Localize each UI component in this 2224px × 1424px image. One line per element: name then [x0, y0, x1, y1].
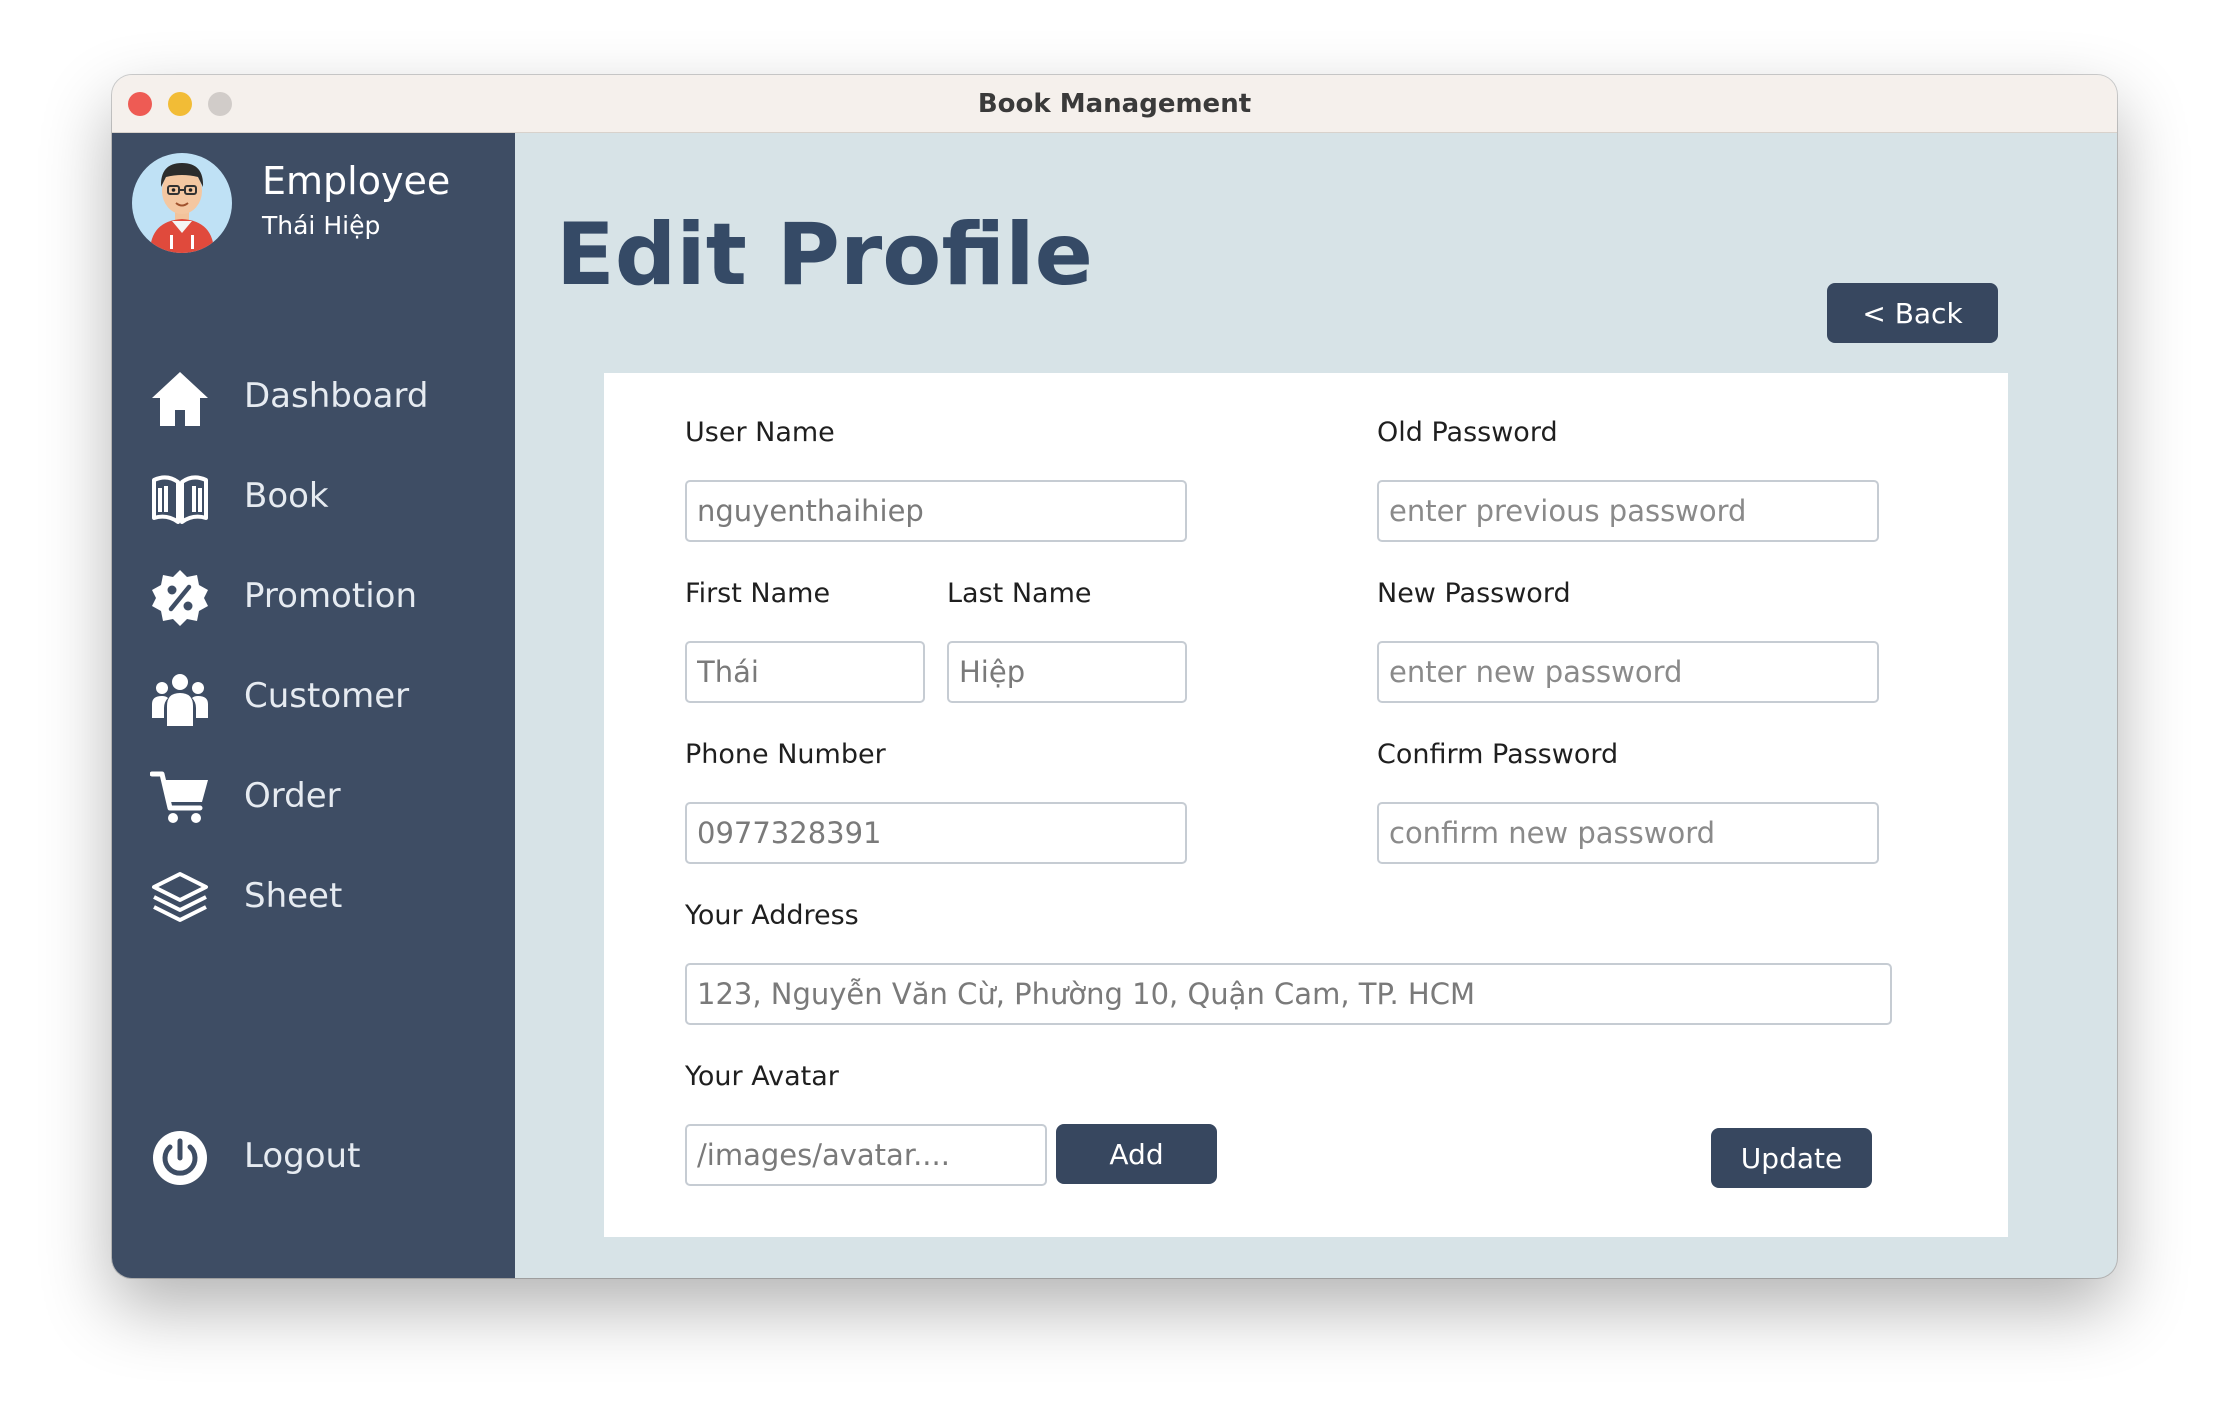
avatar-path-field[interactable] — [685, 1124, 1047, 1186]
user-role: Employee — [262, 159, 451, 203]
sidebar-item-sheet[interactable]: Sheet — [150, 863, 490, 933]
sidebar-item-order[interactable]: Order — [149, 763, 490, 833]
user-name: Thái Hiệp — [262, 211, 381, 240]
address-field[interactable] — [685, 963, 1892, 1025]
address-label: Your Address — [685, 900, 859, 931]
book-icon — [150, 468, 210, 528]
sidebar-item-label: Book — [244, 476, 329, 516]
discount-badge-icon — [150, 568, 210, 628]
power-icon — [150, 1128, 210, 1188]
first-name-label: First Name — [685, 578, 831, 609]
home-icon — [150, 368, 210, 428]
title-bar: Book Management — [112, 75, 2117, 133]
avatar-label: Your Avatar — [685, 1061, 839, 1092]
phone-field[interactable] — [685, 802, 1187, 864]
page-title: Edit Profile — [556, 205, 1093, 305]
confirm-password-label: Confirm Password — [1377, 739, 1619, 770]
sidebar-item-customer[interactable]: Customer — [150, 663, 490, 733]
add-avatar-button[interactable]: Add — [1056, 1124, 1217, 1184]
sidebar-item-label: Customer — [244, 676, 410, 716]
layers-icon — [150, 868, 210, 928]
username-field[interactable] — [685, 480, 1187, 542]
first-name-field[interactable] — [685, 641, 925, 703]
logout-label: Logout — [244, 1136, 361, 1176]
back-button[interactable]: < Back — [1827, 283, 1998, 343]
people-icon — [150, 668, 210, 728]
sidebar-item-label: Order — [244, 776, 341, 816]
last-name-label: Last Name — [947, 578, 1092, 609]
old-password-label: Old Password — [1377, 417, 1558, 448]
username-label: User Name — [685, 417, 835, 448]
new-password-label: New Password — [1377, 578, 1571, 609]
old-password-field[interactable] — [1377, 480, 1879, 542]
window-title: Book Management — [977, 89, 1252, 119]
confirm-password-field[interactable] — [1377, 802, 1879, 864]
update-button[interactable]: Update — [1711, 1128, 1872, 1188]
sidebar-item-label: Promotion — [244, 576, 417, 616]
new-password-field[interactable] — [1377, 641, 1879, 703]
last-name-field[interactable] — [947, 641, 1187, 703]
avatar — [132, 153, 232, 253]
cart-icon — [149, 768, 210, 828]
app-window: Book Management Employee Thái Hiệp Dashb… — [112, 75, 2117, 1278]
sidebar-item-dashboard[interactable]: Dashboard — [150, 363, 490, 433]
sidebar-item-label: Sheet — [244, 876, 343, 916]
logout-button[interactable]: Logout — [150, 1123, 490, 1193]
edit-profile-form: User Name Old Password First Name Last N… — [604, 373, 2008, 1237]
sidebar: Employee Thái Hiệp Dashboard Book Promot… — [112, 133, 515, 1278]
phone-label: Phone Number — [685, 739, 886, 770]
sidebar-item-label: Dashboard — [244, 376, 429, 416]
main-content: Edit Profile < Back User Name Old Passwo… — [515, 133, 2117, 1278]
sidebar-item-book[interactable]: Book — [150, 463, 490, 533]
sidebar-item-promotion[interactable]: Promotion — [150, 563, 490, 633]
